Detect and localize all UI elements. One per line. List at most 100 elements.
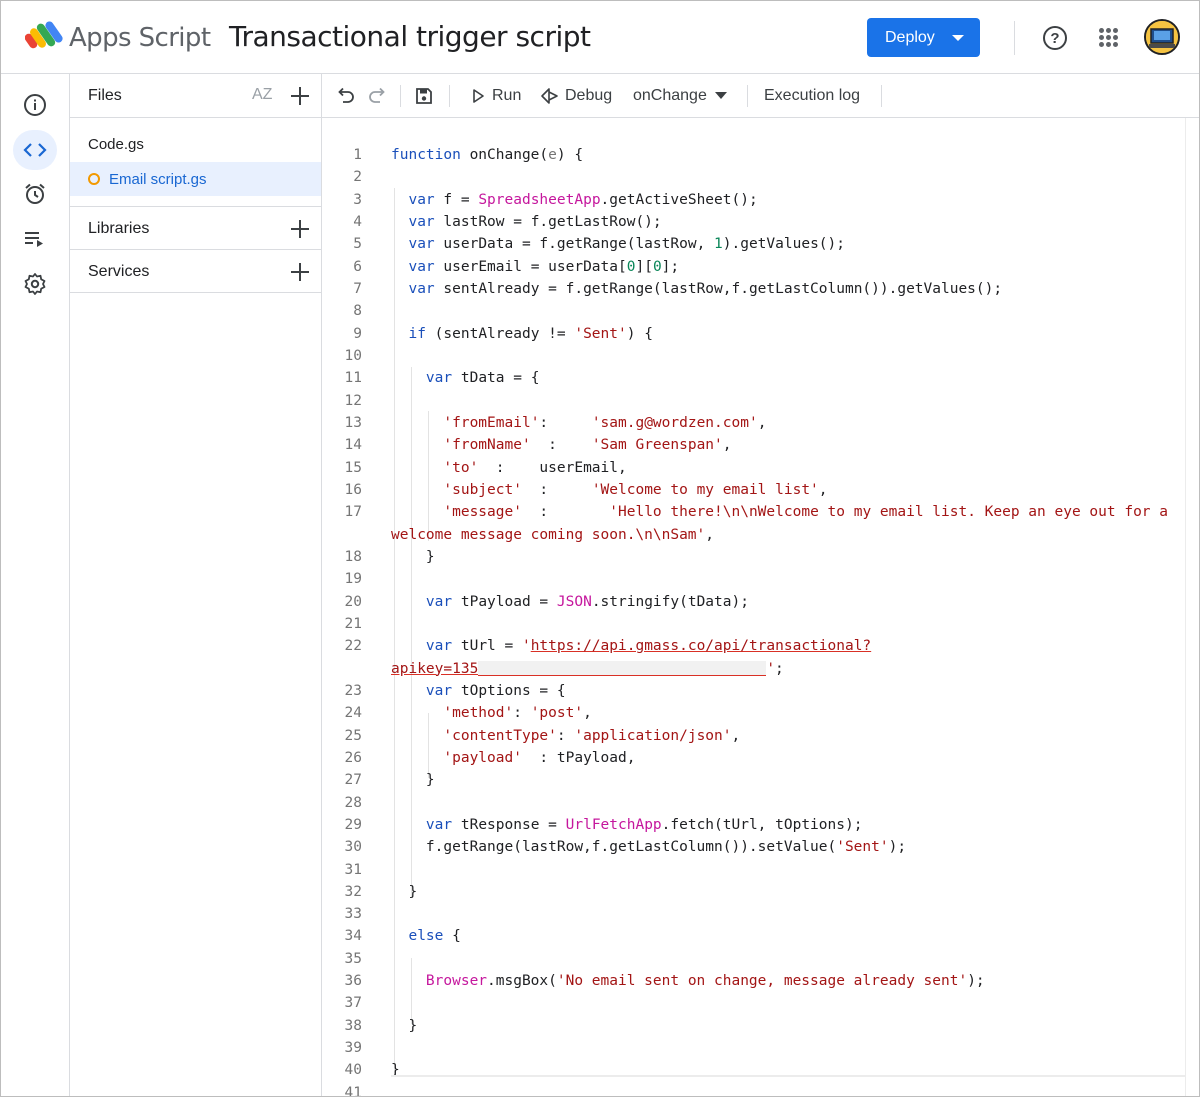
run-label: Run — [492, 87, 522, 104]
line-number: 10 — [344, 347, 362, 364]
code-line[interactable]: 40} — [322, 1059, 1185, 1081]
code-line[interactable]: 14 'fromName' : 'Sam Greenspan', — [322, 434, 1185, 456]
line-number: 6 — [353, 258, 362, 275]
add-file-icon[interactable] — [291, 87, 309, 105]
apps-script-logo[interactable] — [25, 19, 63, 51]
code-line[interactable]: 36 Browser.msgBox('No email sent on chan… — [322, 970, 1185, 992]
triggers-button[interactable] — [13, 174, 57, 214]
code-line[interactable]: 19 — [322, 568, 1185, 590]
line-number: 40 — [344, 1062, 362, 1079]
info-icon — [24, 94, 46, 116]
code-line[interactable]: 28 — [322, 792, 1185, 814]
code-line[interactable]: 20 var tPayload = JSON.stringify(tData); — [322, 591, 1185, 613]
line-number: 21 — [344, 615, 362, 632]
save-button[interactable] — [414, 82, 434, 110]
debug-button[interactable]: Debug — [540, 82, 612, 110]
code-editor[interactable]: 1 function onChange(e) { 2 3 var f = Spre… — [322, 118, 1185, 1097]
code-line[interactable]: 7 var sentAlready = f.getRange(lastRow,f… — [322, 278, 1185, 300]
code-line[interactable]: 12 — [322, 390, 1185, 412]
line-number: 27 — [344, 772, 362, 789]
line-number: 16 — [344, 481, 362, 498]
code-line[interactable]: 26 'payload' : tPayload, — [322, 747, 1185, 769]
code-line[interactable]: 25 'contentType': 'application/json', — [322, 725, 1185, 747]
code-line[interactable]: 4 var lastRow = f.getLastRow(); — [322, 211, 1185, 233]
code-line[interactable]: 5 var userData = f.getRange(lastRow, 1).… — [322, 233, 1185, 255]
overview-button[interactable] — [13, 85, 57, 125]
undo-button[interactable] — [336, 82, 356, 110]
editor-scrollbar[interactable] — [1185, 118, 1199, 1096]
sort-az-icon[interactable]: AZ — [252, 86, 272, 104]
execution-log-label: Execution log — [764, 87, 861, 104]
editor-button[interactable] — [13, 130, 57, 170]
libraries-row[interactable]: Libraries — [70, 206, 321, 250]
editor-horizontal-scrollbar[interactable] — [391, 1075, 1185, 1077]
code-line[interactable]: 24 'method': 'post', — [322, 702, 1185, 724]
execution-log-button[interactable]: Execution log — [764, 82, 860, 110]
line-number: 22 — [344, 638, 362, 655]
google-apps-icon[interactable] — [1099, 28, 1118, 47]
code-line[interactable]: 8 — [322, 300, 1185, 322]
help-icon[interactable]: ? — [1043, 26, 1067, 50]
code-line[interactable]: 27 } — [322, 769, 1185, 791]
line-number: 28 — [344, 794, 362, 811]
code-line[interactable]: 10 — [322, 345, 1185, 367]
executions-button[interactable] — [13, 219, 57, 259]
services-label: Services — [88, 263, 150, 280]
line-number: 41 — [344, 1084, 362, 1097]
code-line[interactable]: 32 } — [322, 881, 1185, 903]
code-line[interactable]: 30 f.getRange(lastRow,f.getLastColumn())… — [322, 836, 1185, 858]
line-number: 18 — [344, 548, 362, 565]
code-line[interactable]: 41 — [322, 1082, 1185, 1097]
function-select[interactable]: onChange — [633, 82, 727, 110]
code-line[interactable]: 31 — [322, 859, 1185, 881]
unsaved-indicator-icon — [88, 173, 100, 185]
code-line[interactable]: 17 'message' : 'Hello there!\n\nWelcome … — [322, 501, 1185, 523]
top-bar: Apps Script Transactional trigger script… — [1, 1, 1199, 74]
files-header: Files AZ — [70, 74, 321, 118]
gear-icon — [24, 273, 46, 295]
code-line[interactable]: 38 } — [322, 1015, 1185, 1037]
code-line[interactable]: 16 'subject' : 'Welcome to my email list… — [322, 479, 1185, 501]
add-library-icon[interactable] — [291, 220, 309, 238]
code-line[interactable]: 39 — [322, 1037, 1185, 1059]
avatar[interactable] — [1144, 19, 1180, 55]
line-number: 20 — [344, 593, 362, 610]
code-line[interactable]: 37 — [322, 992, 1185, 1014]
app-name[interactable]: Apps Script — [69, 23, 211, 53]
file-name: Code.gs — [88, 136, 144, 153]
line-number: 11 — [344, 370, 362, 387]
code-line[interactable]: 11 var tData = { — [322, 367, 1185, 389]
code-line[interactable]: 3 var f = SpreadsheetApp.getActiveSheet(… — [322, 189, 1185, 211]
code-line[interactable]: 21 — [322, 613, 1185, 635]
line-number: 38 — [344, 1017, 362, 1034]
code-line[interactable]: 1 function onChange(e) { — [322, 144, 1185, 166]
code-line[interactable]: 2 — [322, 166, 1185, 188]
add-service-icon[interactable] — [291, 263, 309, 281]
code-line[interactable]: 22 var tUrl = 'https://api.gmass.co/api/… — [322, 635, 1185, 657]
code-line[interactable]: 13 'fromEmail': 'sam.g@wordzen.com', — [322, 412, 1185, 434]
services-row[interactable]: Services — [70, 249, 321, 293]
code-line[interactable]: welcome message coming soon.\n\nSam', — [322, 524, 1185, 546]
code-line[interactable]: 35 — [322, 948, 1185, 970]
code-line[interactable]: 33 — [322, 903, 1185, 925]
code-line[interactable]: 23 var tOptions = { — [322, 680, 1185, 702]
project-title[interactable]: Transactional trigger script — [229, 20, 591, 53]
project-settings-button[interactable] — [13, 264, 57, 304]
file-item-code-gs[interactable]: Code.gs — [70, 127, 321, 161]
code-line[interactable]: 29 var tResponse = UrlFetchApp.fetch(tUr… — [322, 814, 1185, 836]
code-line[interactable]: apikey=135 '; — [322, 658, 1185, 680]
code-line[interactable]: 15 'to' : userEmail, — [322, 457, 1185, 479]
deploy-button[interactable]: Deploy — [867, 18, 980, 57]
file-item-email-script[interactable]: Email script.gs — [70, 162, 321, 196]
code-line[interactable]: 6 var userEmail = userData[0][0]; — [322, 256, 1185, 278]
redo-button[interactable] — [367, 82, 387, 110]
chevron-down-icon — [952, 35, 964, 41]
code-line[interactable]: 34 else { — [322, 925, 1185, 947]
line-number: 19 — [344, 571, 362, 588]
run-button[interactable]: Run — [470, 82, 521, 110]
line-number: 36 — [344, 973, 362, 990]
file-name: Email script.gs — [109, 171, 207, 188]
code-line[interactable]: 18 } — [322, 546, 1185, 568]
code-line[interactable]: 9 if (sentAlready != 'Sent') { — [322, 323, 1185, 345]
line-number: 24 — [344, 705, 362, 722]
